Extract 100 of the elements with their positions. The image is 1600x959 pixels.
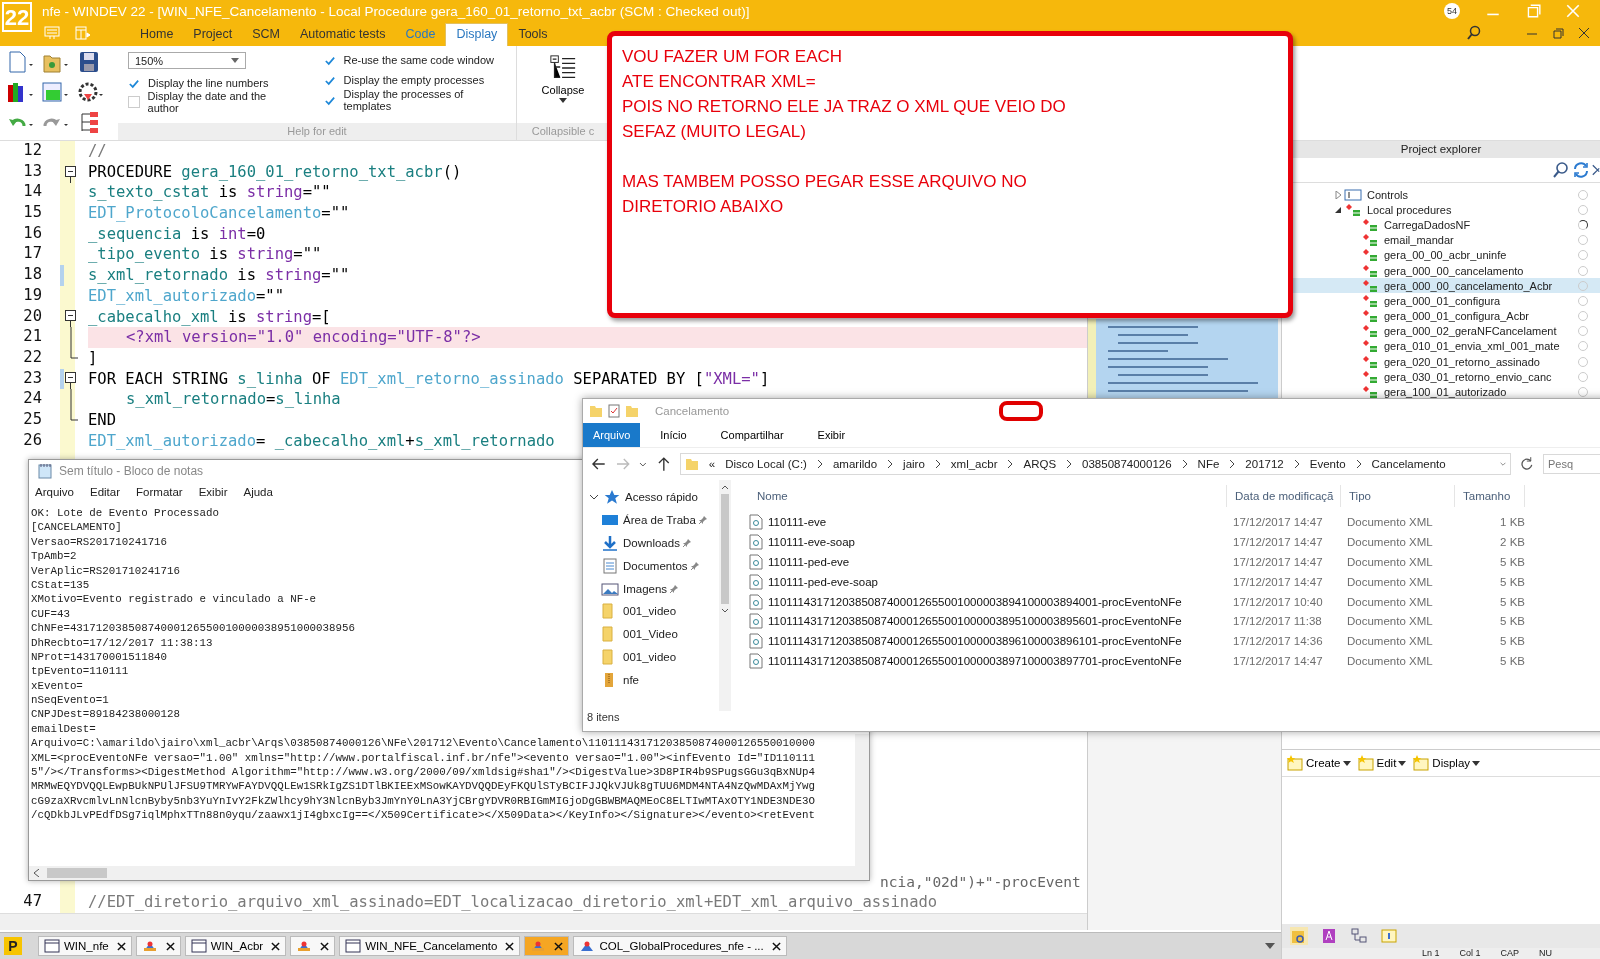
address-bar[interactable]: « Disco Local (C:) amarildo jairo xml_acbr ARQS 03850874000126 NFe 201712 Evento Cancelamento <box>679 453 1512 475</box>
close-icon[interactable] <box>505 941 515 951</box>
menu-item[interactable]: Arquivo <box>35 486 74 498</box>
ribbon-tab[interactable]: Display <box>445 23 509 46</box>
close-icon[interactable] <box>165 941 175 951</box>
back-icon[interactable] <box>591 456 607 472</box>
chevron-right-icon[interactable] <box>1181 459 1188 469</box>
scrollbar[interactable] <box>855 734 869 866</box>
ribbon-tab[interactable]: Compartilhar <box>706 423 798 447</box>
menu-item[interactable]: Exibir <box>198 486 228 498</box>
scroll-thumb[interactable] <box>47 868 107 878</box>
file-name[interactable]: 1101114317120385087400012655001000003896100003896101-procEventoNFe <box>768 635 1182 648</box>
breadcrumb-item[interactable]: NFe <box>1197 458 1220 470</box>
tree-item[interactable]: Controls <box>1367 188 1574 201</box>
gear-icon[interactable] <box>76 80 106 104</box>
collapse-button[interactable]: Collapse <box>517 46 609 123</box>
tree-item[interactable]: gera_020_01_retorno_assinado <box>1384 355 1574 368</box>
close-icon[interactable] <box>271 941 281 951</box>
search-field[interactable]: Pesq <box>1543 454 1600 474</box>
nav-item[interactable]: 001_Video <box>623 628 678 641</box>
ribbon-tab[interactable]: Home <box>130 23 184 46</box>
search-icon[interactable] <box>1466 25 1482 41</box>
books-icon[interactable] <box>6 80 36 104</box>
scroll-down-icon[interactable] <box>721 608 729 614</box>
checkbox[interactable] <box>128 95 140 108</box>
breadcrumb-item[interactable]: ARQS <box>1023 458 1057 470</box>
properties-icon[interactable] <box>607 404 621 418</box>
document-tab[interactable] <box>524 936 570 956</box>
document-tab[interactable]: WIN_nfe <box>38 936 132 956</box>
column-header[interactable]: Data de modificaçã <box>1227 485 1341 507</box>
tree-item[interactable]: gera_100_01_autorizado <box>1384 386 1574 399</box>
scroll-thumb[interactable] <box>721 494 729 604</box>
file-name[interactable]: 110111-eve <box>768 515 827 528</box>
tree-item[interactable]: gera_000_02_geraNFCancelament <box>1384 325 1574 338</box>
tree-item[interactable]: CarregaDadosNF <box>1384 218 1574 231</box>
scrollbar[interactable] <box>29 866 869 880</box>
tree-item[interactable]: gera_010_01_envia_xml_001_mate <box>1384 340 1574 353</box>
style-icon[interactable] <box>1320 927 1338 945</box>
search-icon[interactable] <box>1552 161 1570 179</box>
nav-item[interactable]: 001_video <box>623 605 677 618</box>
close-icon[interactable] <box>320 941 330 951</box>
expand-toggle-icon[interactable] <box>1334 190 1342 199</box>
window-icon[interactable] <box>1380 927 1398 945</box>
file-name[interactable]: 1101114317120385087400012655001000003895100003895601-procEventoNFe <box>768 615 1182 628</box>
file-name[interactable]: 110111-ped-eve <box>768 555 850 568</box>
breadcrumb-item[interactable]: 201712 <box>1245 458 1284 470</box>
nav-item[interactable]: Documentos <box>623 559 688 572</box>
ribbon-tab[interactable]: Tools <box>508 23 558 46</box>
ribbon-tab[interactable]: Project <box>183 23 243 46</box>
chevron-right-icon[interactable] <box>1007 459 1014 469</box>
scrollbar[interactable] <box>0 913 1087 930</box>
tree-item[interactable]: gera_000_01_configura_Acbr <box>1384 310 1574 323</box>
breadcrumb-item[interactable]: 03850874000126 <box>1082 458 1172 470</box>
menu-item[interactable]: Ajuda <box>243 486 273 498</box>
scroll-left-icon[interactable] <box>33 869 41 877</box>
document-tab[interactable]: WIN_Acbr <box>184 936 287 956</box>
chevron-right-icon[interactable] <box>1293 459 1300 469</box>
document-tab[interactable]: WIN_NFE_Cancelamento <box>339 936 521 956</box>
toolbar-button[interactable]: Create <box>1286 755 1351 771</box>
breadcrumb-item[interactable]: Disco Local (C:) <box>725 458 807 470</box>
breadcrumb-item[interactable]: Evento <box>1309 458 1346 470</box>
refresh-icon[interactable] <box>1572 161 1590 179</box>
file-name[interactable]: 110111-ped-eve-soap <box>768 575 878 588</box>
nav-item[interactable]: Área de Traba <box>623 514 696 527</box>
zoom-dropdown[interactable]: 150% <box>128 52 246 69</box>
breadcrumb-item[interactable]: xml_acbr <box>950 458 998 470</box>
chevron-right-icon[interactable] <box>934 459 941 469</box>
tree-item[interactable]: gera_030_01_retorno_envio_canc <box>1384 370 1574 383</box>
expand-toggle-icon[interactable] <box>1334 205 1342 214</box>
scroll-up-icon[interactable] <box>721 484 729 490</box>
ribbon-tab[interactable]: Exibir <box>803 423 860 447</box>
nav-item[interactable]: 001_video <box>623 650 677 663</box>
tree-item[interactable]: email_mandar <box>1384 234 1574 247</box>
document-tab[interactable]: COL_GlobalProcedures_nfe - ... <box>573 936 787 956</box>
tree-item[interactable]: Local procedures <box>1367 203 1574 216</box>
explorer-icon[interactable] <box>1290 927 1308 945</box>
dropdown-icon[interactable] <box>1265 943 1275 949</box>
diagram-icon[interactable] <box>1350 927 1368 945</box>
nav-item[interactable]: Downloads <box>623 537 680 549</box>
ribbon-tab[interactable]: Início <box>646 423 701 447</box>
ribbon-tab[interactable]: Arquivo <box>583 423 641 447</box>
file-name[interactable]: 110111-eve-soap <box>768 535 855 548</box>
project-button[interactable]: P <box>4 937 22 955</box>
nav-item[interactable]: nfe <box>623 673 639 686</box>
file-name[interactable]: 1101114317120385087400012655001000003894100003894001-procEventoNFe <box>768 595 1182 608</box>
breadcrumb-item[interactable]: jairo <box>903 458 925 470</box>
column-header[interactable]: Tamanho <box>1455 485 1525 507</box>
column-header[interactable]: Tipo <box>1341 485 1455 507</box>
tree-item[interactable]: gera_000_01_configura <box>1384 294 1574 307</box>
nav-item[interactable]: Imagens <box>623 582 668 595</box>
breadcrumb-item[interactable]: amarildo <box>832 458 878 470</box>
up-arrow-icon[interactable] <box>656 456 672 472</box>
chevron-right-icon[interactable] <box>1355 459 1362 469</box>
chevron-right-icon[interactable] <box>1066 459 1073 469</box>
menu-item[interactable]: Editar <box>90 486 121 498</box>
toolbar-button[interactable]: Display <box>1412 755 1481 771</box>
ribbon-tab[interactable]: SCM <box>242 23 291 46</box>
breadcrumb-item[interactable]: Cancelamento <box>1371 458 1446 470</box>
chevron-right-icon[interactable] <box>816 459 823 469</box>
chevron-right-icon[interactable] <box>887 459 894 469</box>
